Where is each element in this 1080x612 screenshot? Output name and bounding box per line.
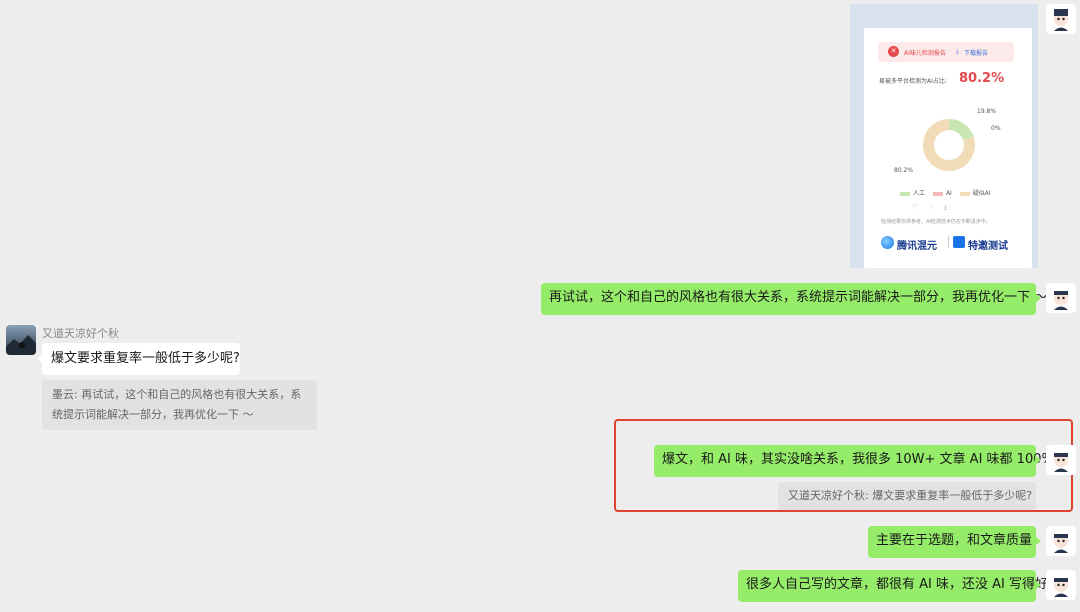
share-icon[interactable]: ⤓ bbox=[944, 203, 947, 212]
donut-label-ai: 0% bbox=[991, 125, 1001, 132]
message-bubble-1[interactable]: 再试试，这个和自己的风格也有很大关系，系统提示词能解决一部分，我再优化一下 ～ bbox=[541, 283, 1047, 315]
cartoon-avatar-icon bbox=[1054, 9, 1068, 31]
my-avatar[interactable] bbox=[1046, 445, 1076, 475]
landscape-photo-icon bbox=[6, 335, 36, 355]
error-icon: ✕ bbox=[888, 46, 899, 57]
donut-slice-0 bbox=[949, 119, 974, 141]
thumbs-up-icon[interactable]: ♡ bbox=[912, 203, 918, 211]
legend-item-human: 人工 bbox=[900, 190, 925, 197]
brand-divider bbox=[948, 236, 949, 248]
ai-detection-report-card: ✕ AI味儿检测报告 ⤓ 下载报告 易被多平台检测为AI占比: 80.2% 19… bbox=[864, 28, 1032, 268]
thumbs-up-badge-icon bbox=[953, 236, 965, 248]
brand-test: 特邀测试 bbox=[968, 241, 1008, 252]
legend-item-suspected: 疑似AI bbox=[959, 190, 991, 197]
hunyuan-logo-icon bbox=[881, 236, 894, 249]
other-user-avatar[interactable] bbox=[6, 325, 36, 355]
my-avatar[interactable] bbox=[1046, 570, 1076, 600]
detect-label: 易被多平台检测为AI占比: bbox=[879, 78, 947, 85]
message-bubble-3[interactable]: 爆文，和 AI 味，其实没啥关系，我很多 10W+ 文章 AI 味都 100% … bbox=[654, 445, 1071, 477]
donut-label-human: 19.8% bbox=[977, 108, 997, 115]
message-bubble-2[interactable]: 爆文要求重复率一般低于多少呢? bbox=[37, 343, 240, 375]
download-icon[interactable]: ⤓ bbox=[956, 48, 959, 56]
my-avatar[interactable] bbox=[1046, 526, 1076, 556]
brand-hunyuan: 腾讯混元 bbox=[897, 241, 937, 252]
quoted-message-3[interactable]: 又道天凉好个秋: 爆文要求重复率一般低于多少呢? bbox=[778, 482, 1036, 510]
message-bubble-5[interactable]: 很多人自己写的文章，都很有 AI 味，还没 AI 写得好 bbox=[738, 570, 1048, 602]
my-avatar[interactable] bbox=[1046, 283, 1076, 313]
legend-item-ai: AI bbox=[932, 190, 952, 197]
cartoon-avatar-icon bbox=[1054, 578, 1068, 597]
cartoon-avatar-icon bbox=[1054, 534, 1068, 553]
donut-label-suspected: 80.2% bbox=[894, 167, 914, 174]
donut-chart bbox=[923, 119, 975, 171]
my-avatar[interactable] bbox=[1046, 4, 1076, 34]
disclaimer-text: 检测结果仅供参考，AI检测技术仍在不断进步中。 bbox=[881, 219, 991, 225]
sender-name: 又道天凉好个秋 bbox=[42, 327, 119, 340]
thumbs-down-icon[interactable]: ♢ bbox=[928, 203, 934, 211]
message-bubble-4[interactable]: 主要在于选题，和文章质量 bbox=[868, 526, 1041, 558]
banner-title: AI味儿检测报告 bbox=[904, 50, 946, 57]
detect-value: 80.2% bbox=[959, 71, 1005, 86]
download-report-link[interactable]: 下载报告 bbox=[964, 48, 988, 57]
cartoon-avatar-icon bbox=[1054, 453, 1068, 472]
quoted-message-2[interactable]: 墨云: 再试试，这个和自己的风格也有很大关系，系统提示词能解决一部分，我再优化一… bbox=[42, 380, 317, 430]
cartoon-avatar-icon bbox=[1054, 291, 1068, 310]
chart-legend: 人工 AI 疑似AI bbox=[900, 188, 991, 197]
report-banner: ✕ AI味儿检测报告 ⤓ 下载报告 bbox=[878, 42, 1014, 62]
